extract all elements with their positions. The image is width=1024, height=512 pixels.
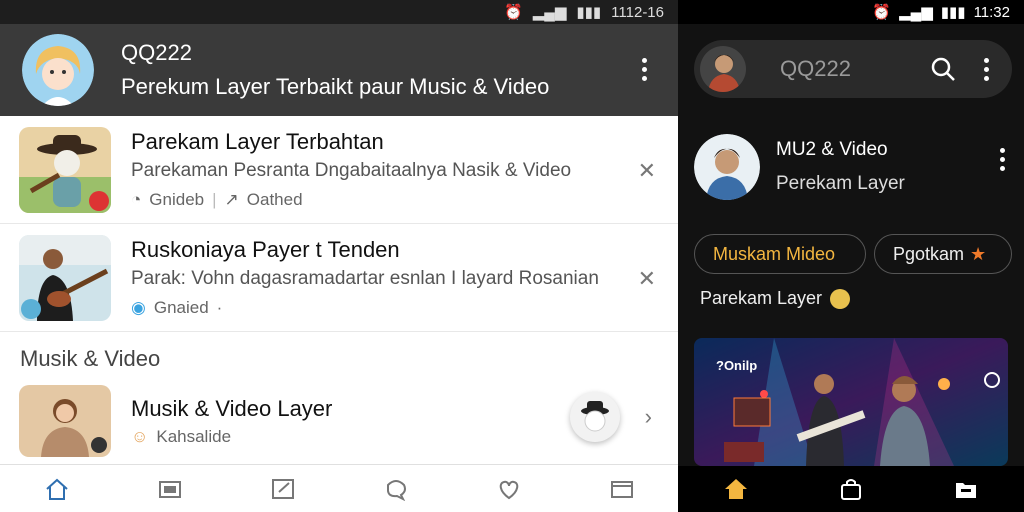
- filter-chip[interactable]: Pgotkam ★: [874, 234, 1012, 274]
- more-options-icon[interactable]: [642, 58, 648, 81]
- status-time: 11:32: [973, 3, 1010, 21]
- divider: |: [212, 190, 217, 209]
- list-item[interactable]: Musik & Video Layer ☺ Kahsalide ›: [0, 378, 678, 464]
- star-icon: ★: [970, 243, 987, 264]
- item-description: Parak: Vohn dagasramadartar esnlan I lay…: [131, 268, 599, 289]
- app-badge-icon: ◉: [131, 298, 146, 317]
- folder-icon[interactable]: [946, 469, 986, 509]
- light-screen: ⏰ ▂▄▆ ▮▮▮ 1112-16 QQ222 Perekum Layer Te…: [0, 0, 678, 512]
- bottom-nav: [678, 466, 1024, 512]
- item-title: Musik & Video Layer: [131, 395, 333, 421]
- chevron-right-icon[interactable]: ›: [645, 404, 652, 430]
- item-meta: Gnideb: [149, 190, 205, 209]
- profile-subtitle: Perekam Layer: [776, 173, 905, 194]
- thumbnail-image: [19, 385, 111, 457]
- item-meta: Gnaied: [153, 298, 209, 317]
- bottom-nav: [0, 464, 678, 512]
- screens: ⏰ ▂▄▆ ▮▮▮ 1112-16 QQ222 Perekum Layer Te…: [0, 0, 1024, 512]
- edit-icon[interactable]: [263, 469, 303, 509]
- search-input[interactable]: QQ222: [780, 56, 851, 82]
- chat-icon[interactable]: [376, 469, 416, 509]
- close-icon[interactable]: ✕: [638, 158, 656, 184]
- close-icon[interactable]: ✕: [638, 266, 656, 292]
- item-description: Parekaman Pesranta Dngabaitaalnya Nasik …: [131, 160, 572, 181]
- search-icon[interactable]: [930, 56, 956, 87]
- item-meta: Oathed: [246, 190, 303, 209]
- alarm-icon: ⏰: [872, 4, 892, 21]
- content-list: Parekam Layer Terbahtan Parekaman Pesran…: [0, 116, 678, 464]
- bag-icon[interactable]: [831, 469, 871, 509]
- section-header: Musik & Video: [0, 332, 678, 378]
- signal-icon: ▮▮▮: [940, 4, 966, 21]
- more-options-icon[interactable]: [1000, 148, 1006, 171]
- header-subtitle: Perekum Layer Terbaikt paur Music & Vide…: [121, 74, 550, 99]
- home-icon[interactable]: [716, 469, 756, 509]
- status-bar: ⏰ ▂▄▆ ▮▮▮ 11:32: [678, 0, 1024, 24]
- item-meta: Kahsalide: [156, 426, 232, 446]
- profile-title: MU2 & Video: [776, 139, 888, 160]
- more-options-icon[interactable]: [984, 58, 990, 81]
- home-icon[interactable]: [37, 469, 77, 509]
- item-title: Ruskoniaya Payer t Tenden: [131, 237, 400, 262]
- avatar: [694, 134, 760, 200]
- wifi-icon: ▂▄▆: [532, 4, 567, 21]
- avatar[interactable]: [700, 46, 746, 92]
- label-text: Parekam Layer: [700, 288, 823, 308]
- alarm-icon: ⏰: [504, 4, 523, 21]
- filter-chip[interactable]: Muskam Mideo: [694, 234, 866, 274]
- check-icon: ◔: [131, 190, 142, 209]
- profile-card[interactable]: MU2 & Video Perekam Layer: [694, 134, 905, 200]
- list-item[interactable]: Parekam Layer Terbahtan Parekaman Pesran…: [0, 116, 678, 224]
- status-bar: ⏰ ▂▄▆ ▮▮▮ 1112-16: [0, 0, 678, 24]
- section-label: Parekam Layer: [700, 288, 851, 309]
- signal-icon: ▮▮▮: [576, 4, 602, 21]
- chip-label: Pgotkam: [893, 243, 965, 264]
- gallery-icon[interactable]: [150, 469, 190, 509]
- window-icon[interactable]: [602, 469, 642, 509]
- wifi-icon: ▂▄▆: [899, 4, 933, 21]
- item-title: Parekam Layer Terbahtan: [131, 129, 384, 154]
- floating-assistant-button[interactable]: [570, 392, 620, 442]
- thumbnail-image: [19, 234, 111, 321]
- face-icon: ☺: [131, 426, 149, 446]
- status-time: 1112-16: [611, 3, 664, 21]
- video-thumbnail[interactable]: ?Onilp: [694, 338, 1008, 466]
- list-item[interactable]: Ruskoniaya Payer t Tenden Parak: Vohn da…: [0, 224, 678, 332]
- coin-icon: [830, 288, 851, 309]
- app-header: QQ222 Perekum Layer Terbaikt paur Music …: [0, 24, 678, 116]
- share-icon: ↗: [224, 190, 239, 209]
- search-bar[interactable]: QQ222: [694, 40, 1012, 98]
- heart-icon[interactable]: [489, 469, 529, 509]
- avatar[interactable]: [22, 34, 94, 106]
- header-title: QQ222: [121, 40, 192, 65]
- item-meta: ·: [216, 298, 223, 317]
- thumbnail-image: [19, 126, 111, 213]
- dark-screen: ⏰ ▂▄▆ ▮▮▮ 11:32 QQ222 MU2 & Video Pereka…: [678, 0, 1024, 512]
- video-label: ?Onilp: [716, 358, 758, 373]
